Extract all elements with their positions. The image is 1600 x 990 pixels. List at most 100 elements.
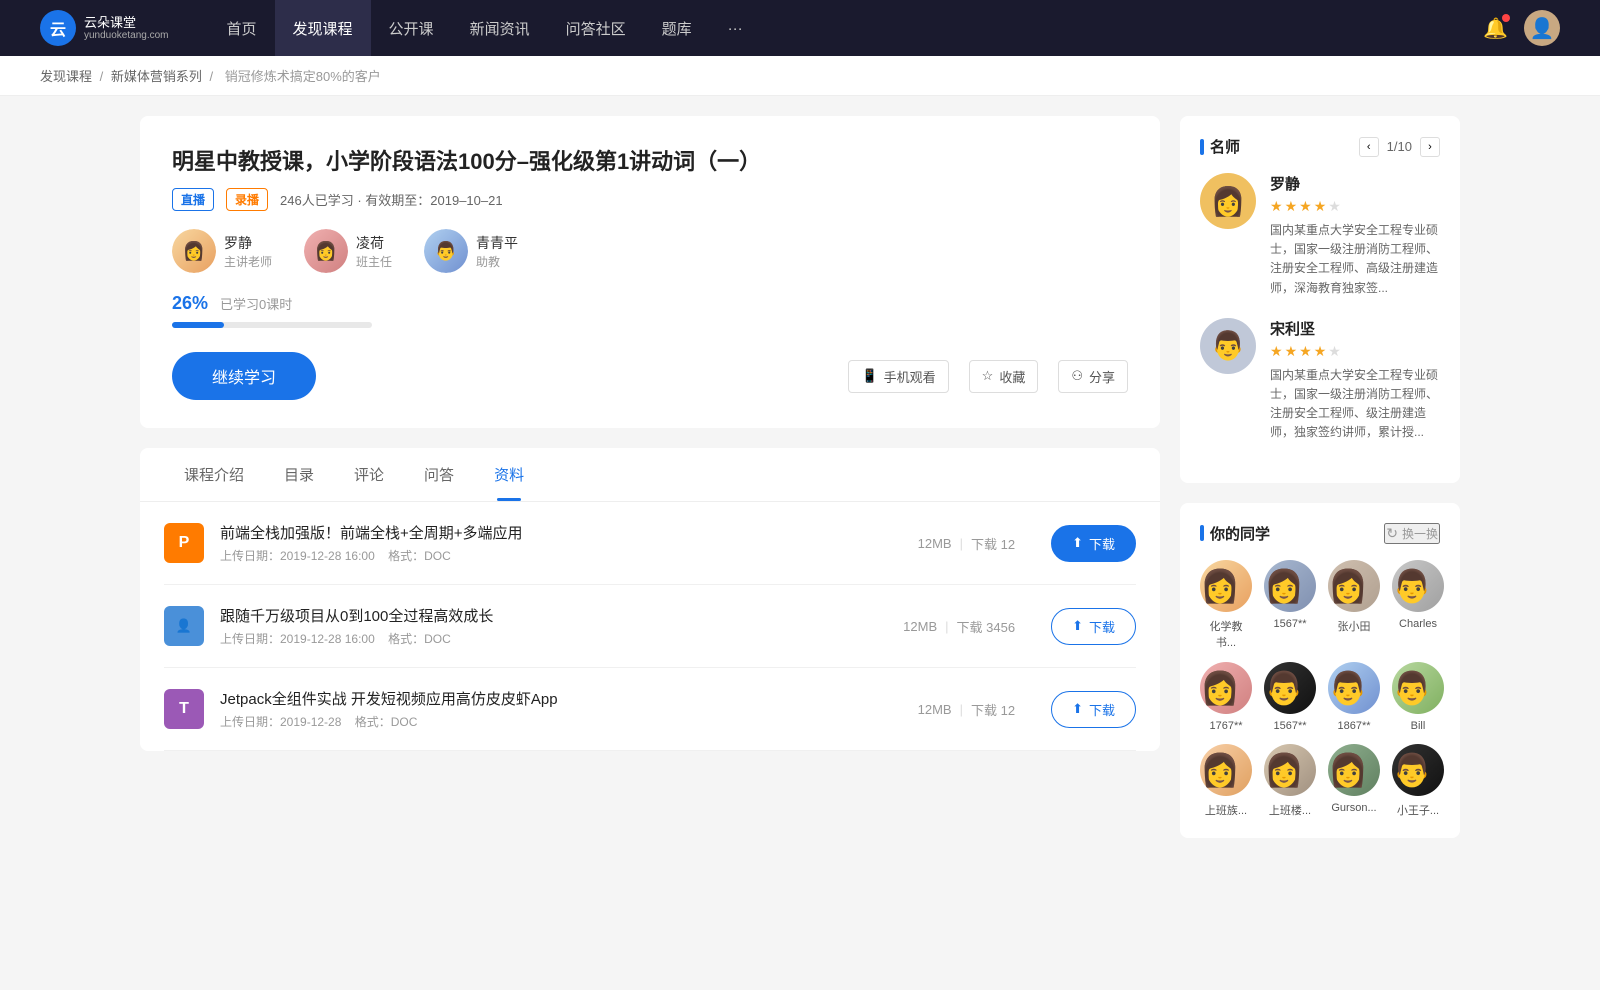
classmate-name-4: 1767** (1209, 720, 1242, 732)
classmate-9: 👩 上班楼... (1264, 744, 1316, 818)
sidebar-teacher-avatar-0: 👩 (1200, 173, 1256, 229)
classmate-avatar-10: 👩 (1328, 744, 1380, 796)
resource-info-0: 前端全栈加强版！前端全栈+全周期+多端应用 上传日期：2019-12-28 16… (220, 522, 902, 564)
download-icon-1: ⬆ (1072, 618, 1083, 634)
resource-item-0: P 前端全栈加强版！前端全栈+全周期+多端应用 上传日期：2019-12-28 … (164, 502, 1136, 585)
collect-button[interactable]: ☆ 收藏 (969, 360, 1039, 393)
breadcrumb-item-discover[interactable]: 发现课程 (40, 69, 92, 84)
logo-text-block: 云朵课堂 yunduoketang.com (84, 15, 169, 42)
teacher-item-2: 👨 青青平 助教 (424, 229, 518, 273)
course-meta: 直播 录播 246人已学习 · 有效期至：2019–10–21 (172, 188, 1128, 211)
teacher-info-2: 青青平 助教 (476, 233, 518, 270)
teacher-name-0: 罗静 (224, 233, 272, 253)
teacher-item-0: 👩 罗静 主讲老师 (172, 229, 272, 273)
sidebar-teacher-stars-0: ★ ★ ★ ★ ★ (1270, 198, 1440, 215)
breadcrumb-sep-2: / (210, 69, 217, 84)
sidebar-teacher-info-1: 宋利坚 ★ ★ ★ ★ ★ 国内某重点大学安全工程专业硕士，国家一级注册消防工程… (1270, 318, 1440, 443)
share-button[interactable]: ⚇ 分享 (1058, 360, 1128, 393)
nav-home[interactable]: 首页 (209, 0, 275, 56)
tab-catalog[interactable]: 目录 (264, 448, 334, 501)
nav-quiz[interactable]: 题库 (644, 0, 710, 56)
navigation: 云 云朵课堂 yunduoketang.com 首页 发现课程 公开课 新闻资讯… (0, 0, 1600, 56)
nav-news[interactable]: 新闻资讯 (452, 0, 548, 56)
classmate-name-3: Charles (1399, 618, 1437, 630)
nav-discover[interactable]: 发现课程 (275, 0, 371, 56)
breadcrumb-sep-1: / (100, 69, 107, 84)
nav-more[interactable]: ··· (710, 0, 761, 56)
classmate-name-7: Bill (1411, 720, 1426, 732)
teachers-list: 👩 罗静 主讲老师 👩 凌荷 班主任 (172, 229, 1128, 273)
tabs-bar: 课程介绍 目录 评论 问答 资料 (140, 448, 1160, 502)
resource-title-1: 跟随千万级项目从0到100全过程高效成长 (220, 605, 887, 626)
progress-bar-bg (172, 322, 372, 328)
nav-items: 首页 发现课程 公开课 新闻资讯 问答社区 题库 ··· (209, 0, 1484, 56)
classmate-name-2: 张小田 (1338, 618, 1371, 634)
badge-rec: 录播 (226, 188, 268, 211)
classmate-name-1: 1567** (1273, 618, 1306, 630)
badge-live: 直播 (172, 188, 214, 211)
nav-qa[interactable]: 问答社区 (548, 0, 644, 56)
teacher-avatar-1: 👩 (304, 229, 348, 273)
resource-icon-1: 👤 (164, 606, 204, 646)
course-actions: 继续学习 📱 手机观看 ☆ 收藏 ⚇ 分享 (172, 352, 1128, 400)
resource-info-2: Jetpack全组件实战 开发短视频应用高仿皮皮虾App 上传日期：2019-1… (220, 688, 902, 730)
download-button-1[interactable]: ⬆ 下载 (1051, 608, 1136, 645)
download-button-2[interactable]: ⬆ 下载 (1051, 691, 1136, 728)
tab-review[interactable]: 评论 (334, 448, 404, 501)
resource-list: P 前端全栈加强版！前端全栈+全周期+多端应用 上传日期：2019-12-28 … (140, 502, 1160, 751)
tab-resources[interactable]: 资料 (474, 448, 544, 501)
classmate-avatar-6: 👨 (1328, 662, 1380, 714)
teacher-role-2: 助教 (476, 253, 518, 270)
classmate-name-5: 1567** (1273, 720, 1306, 732)
classmate-avatar-0: 👩 (1200, 560, 1252, 612)
sidebar: 名师 ‹ 1/10 › 👩 罗静 ★ ★ (1180, 116, 1460, 858)
progress-section: 26% 已学习0课时 (172, 293, 1128, 328)
classmate-4: 👩 1767** (1200, 662, 1252, 732)
notification-bell[interactable]: 🔔 (1483, 16, 1508, 41)
resource-meta-2: 上传日期：2019-12-28 格式：DOC (220, 713, 902, 730)
download-button-0[interactable]: ⬆ 下载 (1051, 525, 1136, 562)
refresh-classmates-button[interactable]: ↻ 换一换 (1384, 523, 1440, 544)
download-icon-0: ⬆ (1072, 535, 1083, 551)
teachers-next-button[interactable]: › (1420, 137, 1440, 157)
mobile-watch-button[interactable]: 📱 手机观看 (848, 360, 948, 393)
resource-icon-2: T (164, 689, 204, 729)
classmate-name-6: 1867** (1337, 720, 1370, 732)
classmate-avatar-11: 👨 (1392, 744, 1444, 796)
teachers-prev-button[interactable]: ‹ (1359, 137, 1379, 157)
sidebar-teacher-desc-1: 国内某重点大学安全工程专业硕士，国家一级注册消防工程师、注册安全工程师、级注册建… (1270, 366, 1440, 443)
classmate-11: 👨 小王子... (1392, 744, 1444, 818)
course-title: 明星中教授课，小学阶段语法100分–强化级第1讲动词（一） (172, 144, 1128, 176)
breadcrumb-item-series[interactable]: 新媒体营销系列 (111, 69, 202, 84)
teacher-info-0: 罗静 主讲老师 (224, 233, 272, 270)
classmate-3: 👨 Charles (1392, 560, 1444, 650)
logo[interactable]: 云 云朵课堂 yunduoketang.com (40, 10, 169, 46)
user-avatar[interactable]: 👤 (1524, 10, 1560, 46)
sidebar-teacher-avatar-1: 👨 (1200, 318, 1256, 374)
nav-public[interactable]: 公开课 (371, 0, 452, 56)
teachers-card: 名师 ‹ 1/10 › 👩 罗静 ★ ★ (1180, 116, 1460, 483)
classmates-card-title: 你的同学 ↻ 换一换 (1200, 523, 1440, 544)
classmate-8: 👩 上班族... (1200, 744, 1252, 818)
download-icon-2: ⬆ (1072, 701, 1083, 717)
sidebar-teacher-name-0: 罗静 (1270, 173, 1440, 194)
resource-title-0: 前端全栈加强版！前端全栈+全周期+多端应用 (220, 522, 902, 543)
nav-right: 🔔 👤 (1483, 10, 1560, 46)
resource-item-1: 👤 跟随千万级项目从0到100全过程高效成长 上传日期：2019-12-28 1… (164, 585, 1136, 668)
progress-label: 26% 已学习0课时 (172, 293, 1128, 314)
tab-intro[interactable]: 课程介绍 (164, 448, 264, 501)
classmates-grid: 👩 化学教书... 👩 1567** 👩 张小田 👨 Charles 👩 (1200, 560, 1440, 818)
classmate-1: 👩 1567** (1264, 560, 1316, 650)
classmate-name-0: 化学教书... (1200, 618, 1252, 650)
course-card: 明星中教授课，小学阶段语法100分–强化级第1讲动词（一） 直播 录播 246人… (140, 116, 1160, 428)
classmate-name-8: 上班族... (1205, 802, 1247, 818)
classmates-refresh: ↻ 换一换 (1384, 523, 1440, 544)
continue-learning-button[interactable]: 继续学习 (172, 352, 316, 400)
tab-qa[interactable]: 问答 (404, 448, 474, 501)
teacher-info-1: 凌荷 班主任 (356, 233, 392, 270)
resource-meta-0: 上传日期：2019-12-28 16:00 格式：DOC (220, 547, 902, 564)
classmate-avatar-9: 👩 (1264, 744, 1316, 796)
classmate-avatar-3: 👨 (1392, 560, 1444, 612)
star-icon: ☆ (982, 368, 994, 384)
classmate-7: 👨 Bill (1392, 662, 1444, 732)
